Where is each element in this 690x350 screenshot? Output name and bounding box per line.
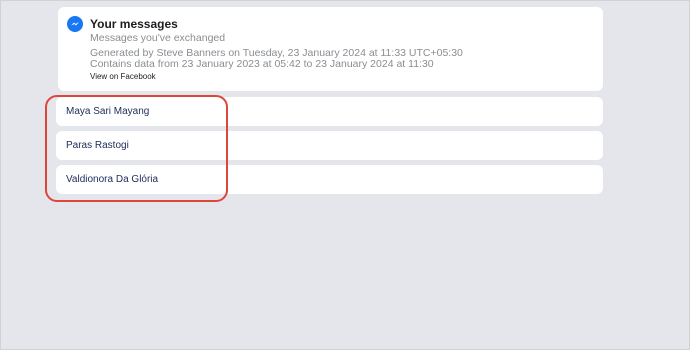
page-title: Your messages (90, 17, 178, 31)
page-subtitle: Messages you've exchanged (90, 32, 226, 44)
conversation-item-paras-rastogi[interactable]: Paras Rastogi (56, 131, 603, 160)
conversation-list: Maya Sari Mayang Paras Rastogi Valdionor… (56, 97, 603, 199)
conversation-name: Maya Sari Mayang (66, 106, 150, 117)
messenger-icon (67, 16, 83, 32)
messages-header-card: Your messages Messages you've exchanged … (58, 7, 603, 91)
view-on-facebook-link[interactable]: View on Facebook (90, 72, 156, 81)
conversation-item-valdionora-da-gloria[interactable]: Valdionora Da Glória (56, 165, 603, 194)
conversation-item-maya-sari-mayang[interactable]: Maya Sari Mayang (56, 97, 603, 126)
conversation-name: Paras Rastogi (66, 140, 129, 151)
conversation-name: Valdionora Da Glória (66, 174, 159, 185)
date-range-info: Contains data from 23 January 2023 at 05… (90, 58, 434, 70)
